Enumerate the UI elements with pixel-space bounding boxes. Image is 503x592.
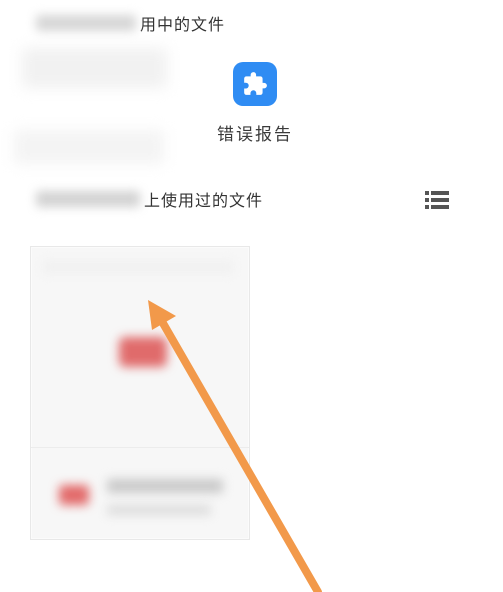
app-label: 错误报告 <box>217 125 293 145</box>
app-tile-error-report[interactable]: 错误报告 <box>200 62 310 145</box>
file-type-badge <box>59 485 89 505</box>
blurred-placeholder <box>22 48 167 88</box>
blurred-placeholder <box>43 261 233 273</box>
blurred-placeholder <box>14 130 164 164</box>
section-recent-title: 上使用过的文件 <box>144 191 264 210</box>
section-in-use-title: 用中的文件 <box>140 15 226 34</box>
file-thumbnail <box>119 337 167 367</box>
section-recent-header: 上使用过的文件 <box>36 186 263 212</box>
divider <box>31 447 249 448</box>
section-in-use-header: 用中的文件 <box>36 10 225 36</box>
blurred-text <box>36 15 136 31</box>
blurred-file-name <box>107 479 223 493</box>
blurred-text <box>36 191 140 207</box>
puzzle-piece-icon <box>233 62 277 106</box>
list-view-icon[interactable] <box>425 190 449 210</box>
recent-file-card[interactable] <box>30 246 250 540</box>
blurred-file-meta <box>107 505 211 515</box>
